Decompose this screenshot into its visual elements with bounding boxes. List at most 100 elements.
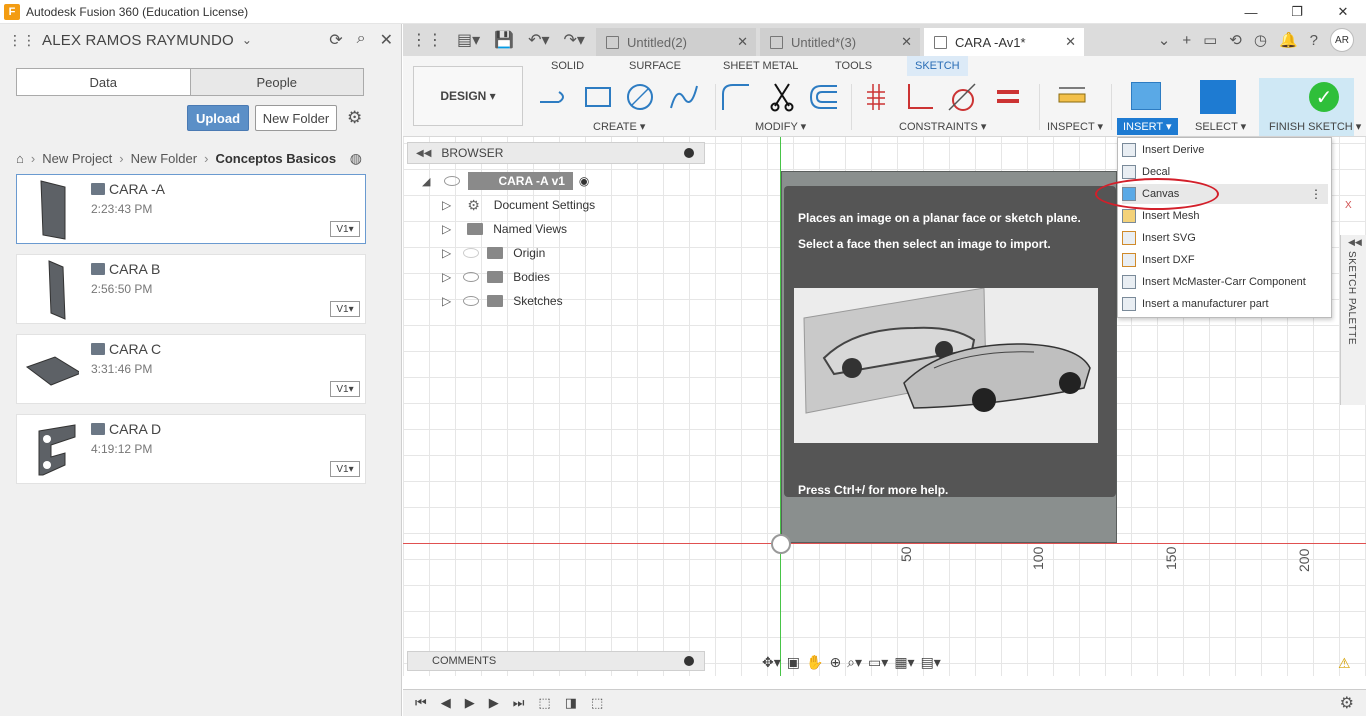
line-tool-icon[interactable] bbox=[537, 82, 567, 112]
rectangle-tool-icon[interactable] bbox=[583, 82, 613, 112]
version-dropdown[interactable]: V1▾ bbox=[330, 221, 360, 237]
create-menu[interactable]: CREATE ▾ bbox=[593, 120, 645, 133]
doc-tab[interactable]: Untitled*(3) ✕ bbox=[760, 28, 920, 56]
expand-triangle-icon[interactable]: ▷ bbox=[442, 270, 451, 284]
settings-gear-icon[interactable]: ⚙ bbox=[347, 108, 362, 128]
measure-ruler-icon[interactable] bbox=[1057, 82, 1087, 112]
close-tab-icon[interactable]: ✕ bbox=[737, 34, 748, 50]
expand-triangle-icon[interactable]: ▷ bbox=[442, 198, 451, 212]
more-options-icon[interactable]: ⋮ bbox=[1310, 187, 1322, 201]
display-settings-icon[interactable]: ▭▾ bbox=[868, 654, 888, 671]
tab-sheet-metal[interactable]: SHEET METAL bbox=[715, 56, 806, 76]
finish-sketch-menu[interactable]: FINISH SKETCH ▾ bbox=[1269, 120, 1361, 133]
version-dropdown[interactable]: V1▾ bbox=[330, 301, 360, 317]
comment-icon[interactable]: ▭ bbox=[1203, 31, 1217, 49]
user-name[interactable]: ALEX RAMOS RAYMUNDO bbox=[42, 32, 234, 49]
play-icon[interactable]: ▶ bbox=[465, 695, 475, 711]
minimize-icon[interactable]: — bbox=[1228, 0, 1274, 24]
globe-icon[interactable]: ◍ bbox=[350, 150, 362, 167]
search-icon[interactable]: ⌕ bbox=[357, 30, 366, 50]
timeline-canvas-feature-icon[interactable]: ⬚ bbox=[591, 695, 603, 711]
help-icon[interactable]: ? bbox=[1310, 32, 1318, 49]
expand-triangle-icon[interactable]: ▷ bbox=[442, 294, 451, 308]
notification-bell-icon[interactable]: 🔔 bbox=[1279, 31, 1298, 49]
file-item[interactable]: CARA B 2:56:50 PM V1▾ bbox=[16, 254, 366, 324]
inspect-menu[interactable]: INSPECT ▾ bbox=[1047, 120, 1103, 133]
look-at-icon[interactable]: ▣ bbox=[787, 654, 800, 671]
select-menu[interactable]: SELECT ▾ bbox=[1195, 120, 1246, 133]
circle-tool-icon[interactable] bbox=[625, 82, 655, 112]
close-panel-icon[interactable]: ✕ bbox=[380, 30, 393, 50]
waffle-icon[interactable]: ⋮⋮ bbox=[411, 30, 443, 50]
spline-tool-icon[interactable] bbox=[669, 82, 699, 112]
select-tool-icon[interactable] bbox=[1200, 80, 1236, 114]
chevron-down-icon[interactable]: ⌄ bbox=[242, 33, 252, 47]
visibility-eye-icon[interactable] bbox=[463, 296, 480, 306]
browser-panel-header[interactable]: ◀◀ BROWSER bbox=[407, 142, 705, 164]
tab-overflow-icon[interactable]: ⌄ bbox=[1158, 31, 1171, 49]
tab-people[interactable]: People bbox=[190, 69, 363, 95]
new-tab-icon[interactable]: + bbox=[1182, 32, 1191, 49]
offset-tool-icon[interactable] bbox=[809, 82, 839, 112]
orbit-icon[interactable]: ✥▾ bbox=[762, 654, 781, 671]
browser-root-item[interactable]: ◢ CARA -A v1 ◉ bbox=[422, 171, 589, 191]
doc-tab-active[interactable]: CARA -Av1* ✕ bbox=[924, 28, 1084, 56]
close-tab-icon[interactable]: ✕ bbox=[901, 34, 912, 50]
visibility-eye-icon[interactable] bbox=[463, 248, 480, 258]
menu-item-insert-dxf[interactable]: Insert DXF bbox=[1122, 250, 1328, 270]
insert-menu-button[interactable]: INSERT ▾ bbox=[1117, 118, 1178, 135]
version-dropdown[interactable]: V1▾ bbox=[330, 461, 360, 477]
fit-zoom-icon[interactable]: ⌕▾ bbox=[847, 654, 862, 671]
pan-hand-icon[interactable]: ✋ bbox=[806, 654, 823, 671]
go-to-start-icon[interactable]: ⏮ bbox=[415, 695, 427, 711]
close-tab-icon[interactable]: ✕ bbox=[1065, 34, 1076, 50]
version-dropdown[interactable]: V1▾ bbox=[330, 381, 360, 397]
insert-image-icon[interactable] bbox=[1131, 82, 1161, 110]
perpendicular-constraint-icon[interactable] bbox=[905, 82, 935, 112]
collapse-panel-icon[interactable] bbox=[684, 148, 694, 158]
tab-solid[interactable]: SOLID bbox=[543, 56, 592, 76]
constraints-menu[interactable]: CONSTRAINTS ▾ bbox=[899, 120, 986, 133]
waffle-icon[interactable]: ⋮⋮ bbox=[8, 32, 36, 49]
menu-item-insert-svg[interactable]: Insert SVG bbox=[1122, 228, 1328, 248]
go-to-end-icon[interactable]: ⏭ bbox=[513, 695, 525, 711]
browser-item[interactable]: ▷ Sketches bbox=[442, 291, 563, 311]
tab-data[interactable]: Data bbox=[17, 69, 191, 95]
viewports-icon[interactable]: ▤▾ bbox=[921, 654, 941, 671]
breadcrumb-item[interactable]: New Project bbox=[42, 151, 112, 166]
add-comment-icon[interactable] bbox=[684, 656, 694, 666]
modify-menu[interactable]: MODIFY ▾ bbox=[755, 120, 806, 133]
tangent-constraint-icon[interactable] bbox=[947, 82, 977, 112]
comments-panel-header[interactable]: COMMENTS bbox=[407, 651, 705, 671]
timeline-body-feature-icon[interactable]: ◨ bbox=[565, 695, 577, 711]
origin-point[interactable] bbox=[771, 534, 791, 554]
avatar[interactable]: AR bbox=[1330, 28, 1354, 52]
file-item[interactable]: CARA D 4:19:12 PM V1▾ bbox=[16, 414, 366, 484]
tab-surface[interactable]: SURFACE bbox=[621, 56, 689, 76]
collapse-arrows-icon[interactable]: ◀◀ bbox=[416, 148, 431, 159]
grid-settings-icon[interactable]: ▦▾ bbox=[894, 654, 914, 671]
finish-sketch-check-icon[interactable]: ✓ bbox=[1309, 82, 1339, 112]
clock-icon[interactable]: ◷ bbox=[1254, 31, 1267, 49]
warning-icon[interactable]: ⚠ bbox=[1338, 655, 1351, 672]
visibility-eye-icon[interactable] bbox=[463, 272, 480, 282]
fillet-tool-icon[interactable] bbox=[721, 82, 751, 112]
trim-scissors-icon[interactable] bbox=[767, 82, 797, 112]
zoom-icon[interactable]: ⊕ bbox=[829, 654, 841, 671]
workspace-switcher[interactable]: DESIGN ▾ bbox=[413, 66, 523, 126]
sketch-palette[interactable]: ◀◀ SKETCH PALETTE bbox=[1340, 235, 1366, 405]
coincident-constraint-icon[interactable] bbox=[863, 82, 893, 112]
home-icon[interactable]: ⌂ bbox=[16, 151, 24, 166]
expand-triangle-icon[interactable]: ▷ bbox=[442, 222, 451, 236]
browser-item[interactable]: ▷ Origin bbox=[442, 243, 545, 263]
save-icon[interactable]: 💾 bbox=[494, 30, 514, 50]
file-menu-icon[interactable]: ▤▾ bbox=[457, 30, 480, 50]
menu-item-manufacturer-part[interactable]: Insert a manufacturer part bbox=[1122, 294, 1328, 314]
browser-item[interactable]: ▷ ⚙ Document Settings bbox=[442, 195, 595, 215]
expand-palette-icon[interactable]: ◀◀ bbox=[1348, 237, 1362, 248]
breadcrumb-item[interactable]: New Folder bbox=[131, 151, 197, 166]
file-item[interactable]: CARA C 3:31:46 PM V1▾ bbox=[16, 334, 366, 404]
file-item[interactable]: CARA -A 2:23:43 PM V1▾ bbox=[16, 174, 366, 244]
job-status-icon[interactable]: ⟲ bbox=[1229, 31, 1242, 49]
browser-item[interactable]: ▷ Named Views bbox=[442, 219, 567, 239]
